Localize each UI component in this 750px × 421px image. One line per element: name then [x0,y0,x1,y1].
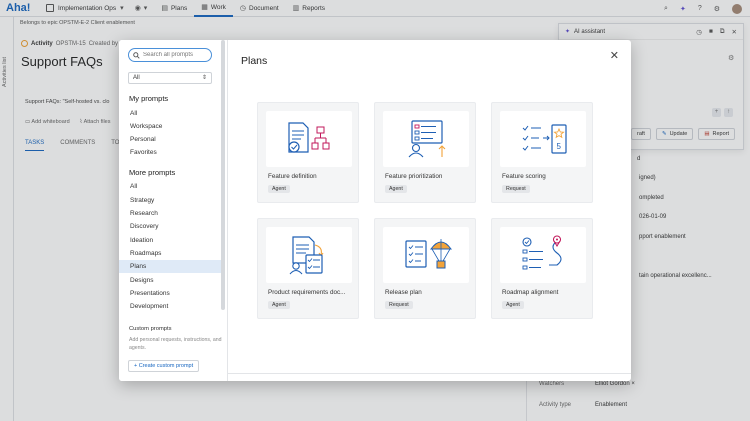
card-type-badge: Agent [268,185,290,193]
more-prompts-item-plans[interactable]: Plans [119,260,221,273]
my-prompts-title: My prompts [129,94,169,103]
prompt-content: Plans ✕ Feature definition Agent Feature… [228,40,631,381]
card-type-badge: Agent [385,185,407,193]
feature-scoring-illustration: 5 [500,111,586,167]
more-prompts-item-all[interactable]: All [119,180,221,193]
my-prompts-item-personal[interactable]: Personal [119,133,221,146]
custom-prompts-title: Custom prompts [129,326,172,332]
card-type-badge: Request [385,301,413,309]
more-prompts-item-ideation[interactable]: Ideation [119,234,221,247]
release-plan-illustration [383,227,469,283]
prompt-library-modal: All ⇕ My prompts All Workspace Personal … [119,40,631,381]
prompt-card-product-requirements[interactable]: Product requirements doc... Agent [257,218,359,319]
card-title: Product requirements doc... [268,289,346,296]
more-prompts-item-discovery[interactable]: Discovery [119,220,221,233]
more-prompts-item-roadmaps[interactable]: Roadmaps [119,247,221,260]
card-type-badge: Request [502,185,530,193]
prompt-card-grid: Feature definition Agent Feature priorit… [257,102,607,319]
roadmap-alignment-illustration [500,227,586,283]
chevron-updown-icon: ⇕ [201,75,207,81]
section-heading: Plans [241,55,268,67]
product-requirements-illustration [266,227,352,283]
search-field[interactable] [128,48,212,62]
custom-prompts-description: Add personal requests, instructions, and… [129,337,222,351]
modal-footer-divider [228,373,631,381]
filter-select[interactable]: All ⇕ [128,72,212,84]
feature-prioritization-illustration [383,111,469,167]
prompt-card-feature-definition[interactable]: Feature definition Agent [257,102,359,203]
filter-select-value: All [133,75,140,81]
card-title: Feature prioritization [385,173,443,180]
card-title: Feature scoring [502,173,546,180]
search-icon [133,51,140,59]
card-type-badge: Agent [268,301,290,309]
create-custom-prompt-button[interactable]: + Create custom prompt [128,360,200,372]
my-prompts-item-all[interactable]: All [119,107,221,120]
more-prompts-item-development[interactable]: Development [119,300,221,313]
more-prompts-item-designs[interactable]: Designs [119,274,221,287]
sidebar-scrollbar[interactable] [221,40,225,310]
more-prompts-item-presentations[interactable]: Presentations [119,287,221,300]
search-input[interactable] [143,52,205,58]
my-prompts-item-workspace[interactable]: Workspace [119,120,221,133]
prompt-sidebar: All ⇕ My prompts All Workspace Personal … [119,40,228,381]
my-prompts-item-favorites[interactable]: Favorites [119,146,221,159]
prompt-card-roadmap-alignment[interactable]: Roadmap alignment Agent [491,218,593,319]
svg-text:5: 5 [557,142,562,151]
prompt-card-feature-scoring[interactable]: 5 Feature scoring Request [491,102,593,203]
more-prompts-item-research[interactable]: Research [119,207,221,220]
more-prompts-title: More prompts [129,168,176,177]
prompt-card-feature-prioritization[interactable]: Feature prioritization Agent [374,102,476,203]
feature-definition-illustration [266,111,352,167]
card-type-badge: Agent [502,301,524,309]
card-title: Release plan [385,289,422,296]
card-title: Feature definition [268,173,317,180]
prompt-card-release-plan[interactable]: Release plan Request [374,218,476,319]
more-prompts-item-strategy[interactable]: Strategy [119,194,221,207]
close-icon[interactable]: ✕ [610,49,619,62]
card-title: Roadmap alignment [502,289,559,296]
